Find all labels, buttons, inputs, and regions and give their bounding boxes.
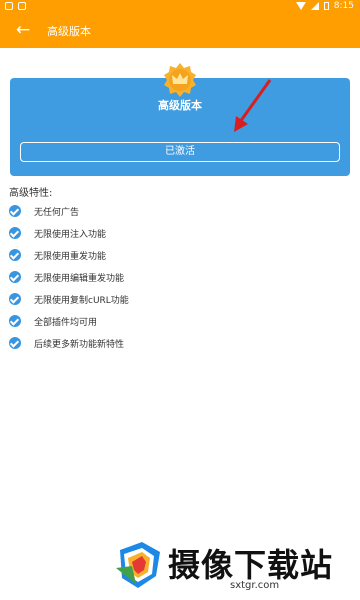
list-item: 后续更多新功能新特性: [9, 332, 339, 354]
list-item: 无任何广告: [9, 200, 339, 222]
feature-text: 无任何广告: [34, 207, 80, 218]
wifi-icon: [295, 2, 306, 10]
feature-text: 无限使用重发功能: [34, 251, 107, 262]
arrow-left-icon: ←: [15, 20, 31, 40]
feature-text: 无限使用复制cURL功能: [34, 295, 129, 306]
red-arrow-annotation: [234, 79, 272, 132]
watermark-url: sxtgr.com: [230, 580, 280, 591]
features-heading: 高级特性:: [9, 188, 53, 199]
notification-icon: [5, 2, 13, 10]
feature-text: 全部插件均可用: [34, 317, 98, 328]
feature-text: 后续更多新功能新特性: [34, 339, 125, 350]
watermark: 摄像下载站 sxtgr.com: [112, 528, 352, 600]
activated-button[interactable]: 已激活: [20, 142, 340, 162]
card-title: 高级版本: [158, 99, 202, 112]
list-item: 无限使用重发功能: [9, 244, 339, 266]
crown-icon: [164, 63, 196, 97]
check-circle-icon: [9, 293, 21, 305]
battery-icon: [323, 2, 329, 10]
status-left: [5, 2, 26, 10]
check-circle-icon: [9, 205, 21, 217]
status-right: 8:15: [295, 1, 354, 11]
back-button[interactable]: ←: [11, 18, 35, 42]
list-item: 全部插件均可用: [9, 310, 339, 332]
app-notification-icon: [18, 2, 26, 10]
check-circle-icon: [9, 227, 21, 239]
app-bar: ← 高级版本: [0, 14, 360, 48]
check-circle-icon: [9, 271, 21, 283]
feature-list: 无任何广告 无限使用注入功能 无限使用重发功能 无限使用编辑重发功能 无限使用复…: [9, 200, 339, 354]
check-circle-icon: [9, 249, 21, 261]
feature-text: 无限使用编辑重发功能: [34, 273, 125, 284]
status-bar: 8:15: [0, 0, 360, 14]
check-circle-icon: [9, 315, 21, 327]
list-item: 无限使用注入功能: [9, 222, 339, 244]
status-time: 8:15: [333, 1, 354, 11]
watermark-logo: [116, 542, 160, 588]
list-item: 无限使用复制cURL功能: [9, 288, 339, 310]
feature-text: 无限使用注入功能: [34, 229, 107, 240]
list-item: 无限使用编辑重发功能: [9, 266, 339, 288]
check-circle-icon: [9, 337, 21, 349]
cellular-icon: [310, 2, 319, 10]
page-title: 高级版本: [47, 25, 91, 38]
